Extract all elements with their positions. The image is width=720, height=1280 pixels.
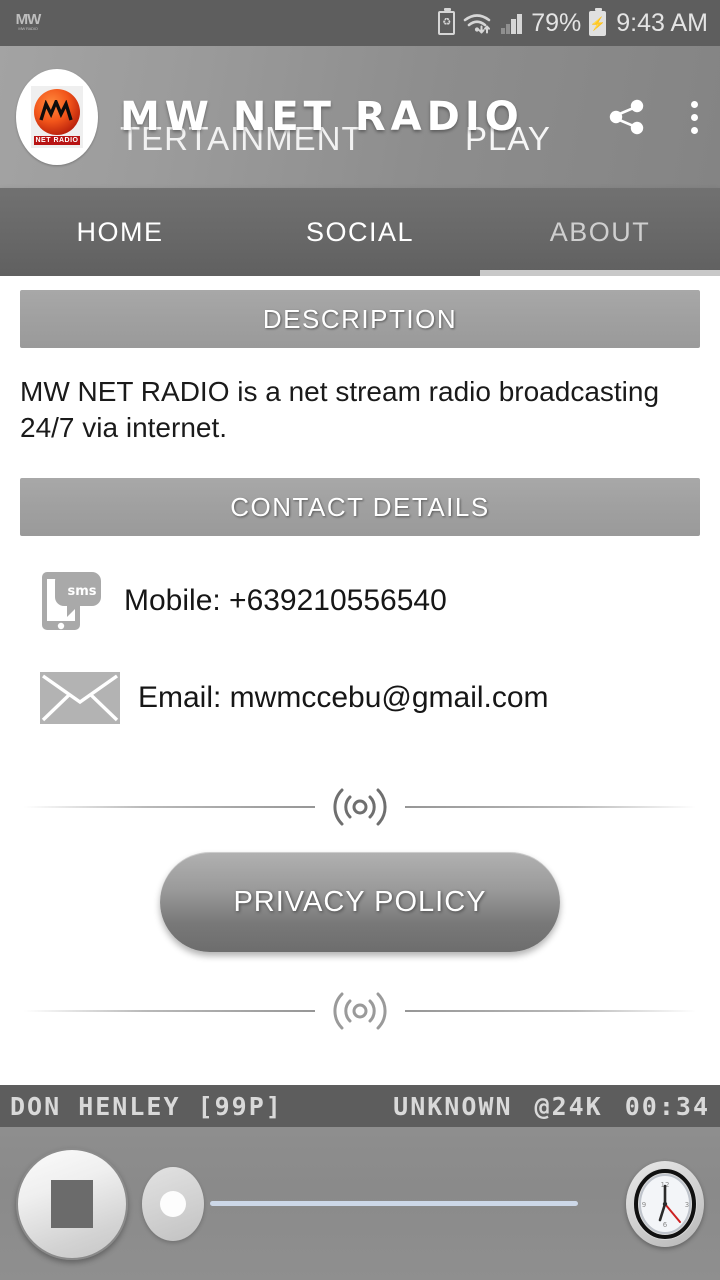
- stop-button[interactable]: [16, 1147, 128, 1260]
- player-now-playing-display: DON HENLEY [99P] UNKNOWN @24K 00:34: [0, 1085, 720, 1127]
- app-root: MW MW RADIO ♻ 79% ⚡ 9:43 AM TERTAINMENT …: [0, 0, 720, 1280]
- privacy-policy-button[interactable]: PRIVACY POLICY: [160, 852, 560, 952]
- app-logo: NET RADIO: [16, 69, 98, 165]
- privacy-policy-row: PRIVACY POLICY: [0, 852, 720, 952]
- battery-percent-label: 79%: [531, 8, 582, 37]
- player-controls: 12 3 6 9: [0, 1127, 720, 1280]
- media-player-bar: DON HENLEY [99P] UNKNOWN @24K 00:34 3 6 …: [0, 1085, 720, 1280]
- app-logo-sphere: [34, 89, 80, 135]
- status-bar: MW MW RADIO ♻ 79% ⚡ 9:43 AM: [0, 0, 720, 46]
- email-address-label: Email: mwmccebu@gmail.com: [138, 681, 549, 714]
- battery-charging-icon: ⚡: [589, 7, 607, 36]
- app-bar-actions: [604, 46, 704, 188]
- app-bar: TERTAINMENT PLAY NET RADIO MW NET RADIO: [0, 46, 720, 188]
- battery-saver-icon: ♻: [438, 8, 456, 35]
- svg-text:3: 3: [685, 1201, 689, 1209]
- status-bar-notifications: MW MW RADIO: [14, 7, 42, 39]
- email-icon: [40, 672, 120, 724]
- svg-text:6: 6: [663, 1221, 668, 1229]
- seek-slider-knob[interactable]: [142, 1166, 204, 1241]
- now-playing-genre: UNKNOWN: [393, 1091, 513, 1121]
- app-logo-artwork: NET RADIO: [31, 86, 83, 148]
- description-text: MW NET RADIO is a net stream radio broad…: [20, 376, 660, 443]
- broadcast-icon-bottom: [315, 988, 405, 1034]
- tab-about-label: ABOUT: [549, 216, 651, 247]
- more-options-icon[interactable]: [684, 94, 704, 140]
- app-notification-icon-sub: MW RADIO: [18, 26, 38, 31]
- clock-label: 9:43 AM: [616, 8, 708, 37]
- tab-about[interactable]: ABOUT: [480, 188, 720, 276]
- sleep-timer-clock-icon[interactable]: 12 3 6 9: [626, 1160, 704, 1247]
- app-title: MW NET RADIO: [120, 94, 524, 140]
- broadcast-icon: [315, 784, 405, 830]
- cellular-signal-icon: [501, 12, 523, 34]
- tab-home-label: HOME: [76, 216, 164, 247]
- svg-text:sms: sms: [67, 584, 96, 599]
- battery-saver-glyph: ♻: [442, 17, 452, 28]
- sms-icon: sms: [40, 568, 102, 634]
- contact-section-heading: CONTACT DETAILS: [20, 478, 700, 536]
- broadcast-divider-bottom: [24, 988, 696, 1034]
- contact-row-email[interactable]: Email: mwmccebu@gmail.com: [40, 672, 720, 724]
- seek-slider-track[interactable]: [210, 1201, 578, 1206]
- mobile-number-label: Mobile: +639210556540: [124, 584, 447, 617]
- share-icon[interactable]: [604, 94, 650, 140]
- broadcast-divider-top: [24, 784, 696, 830]
- tab-bar: HOME SOCIAL ABOUT: [0, 188, 720, 276]
- battery-charging-glyph: ⚡: [589, 15, 606, 31]
- tab-social[interactable]: SOCIAL: [240, 188, 480, 276]
- svg-text:9: 9: [642, 1201, 646, 1209]
- description-section-heading: DESCRIPTION: [20, 290, 700, 348]
- wifi-icon: [463, 11, 493, 35]
- seek-slider-knob-dot: [160, 1190, 186, 1217]
- now-playing-bitrate: @24K: [534, 1091, 603, 1121]
- app-notification-icon-mark: MW: [15, 11, 42, 28]
- tab-social-label: SOCIAL: [305, 216, 415, 247]
- now-playing-elapsed: 00:34: [624, 1091, 710, 1121]
- contact-row-mobile[interactable]: sms Mobile: +639210556540: [40, 568, 720, 634]
- app-logo-mark: [39, 97, 75, 124]
- app-notification-icon: MW MW RADIO: [14, 7, 42, 39]
- now-playing-title: DON HENLEY [99P]: [10, 1091, 283, 1121]
- seek-slider[interactable]: [142, 1148, 612, 1260]
- app-logo-caption: NET RADIO: [34, 136, 80, 145]
- status-bar-system-icons: ♻ 79% ⚡ 9:43 AM: [438, 7, 708, 38]
- stop-icon: [51, 1179, 93, 1228]
- tab-home[interactable]: HOME: [0, 188, 240, 276]
- app-title-block: MW NET RADIO: [120, 94, 524, 140]
